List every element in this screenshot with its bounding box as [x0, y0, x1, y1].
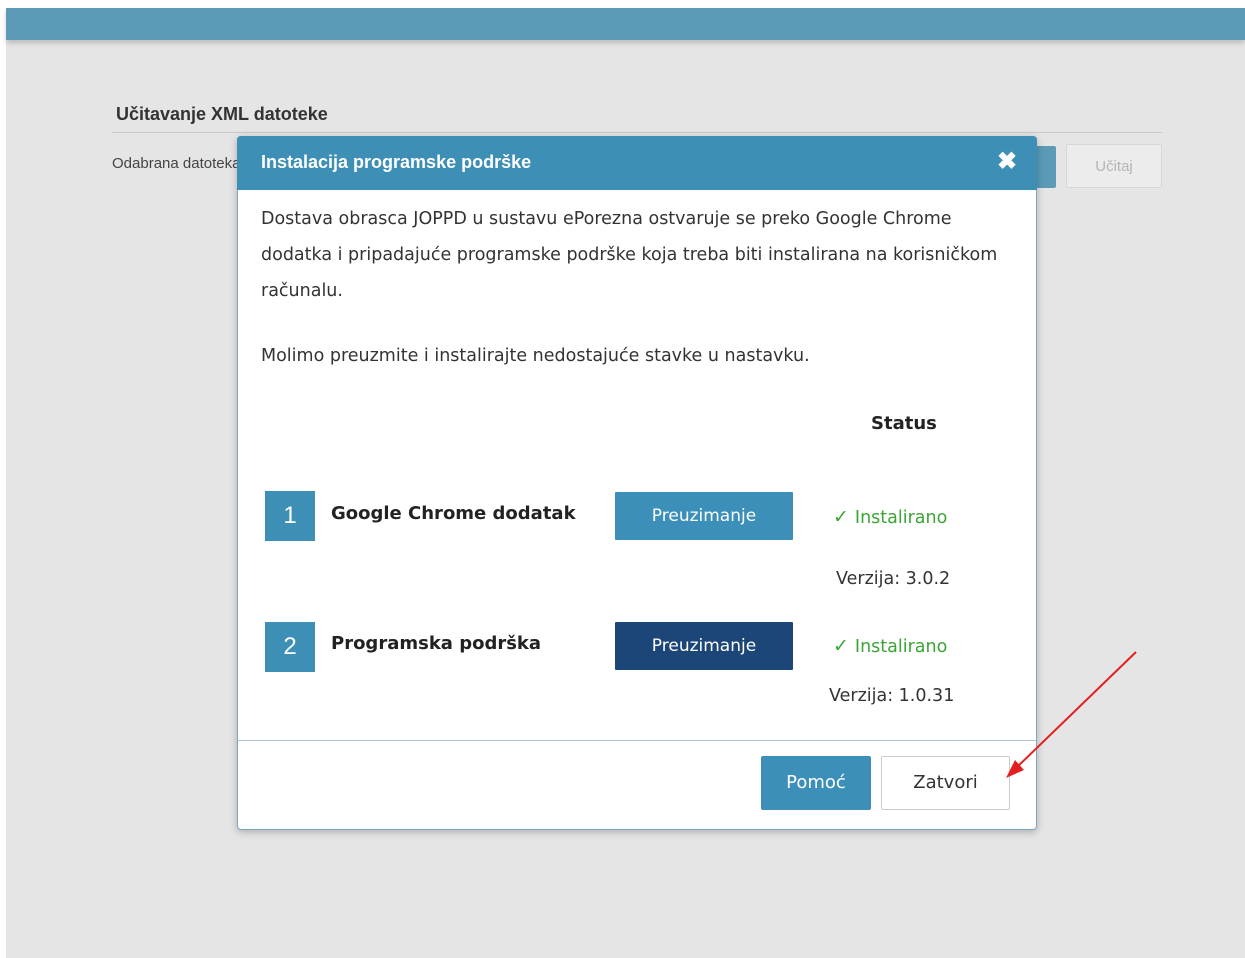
arrow-shaft — [1013, 651, 1137, 771]
annotation-arrow — [1006, 651, 1137, 778]
